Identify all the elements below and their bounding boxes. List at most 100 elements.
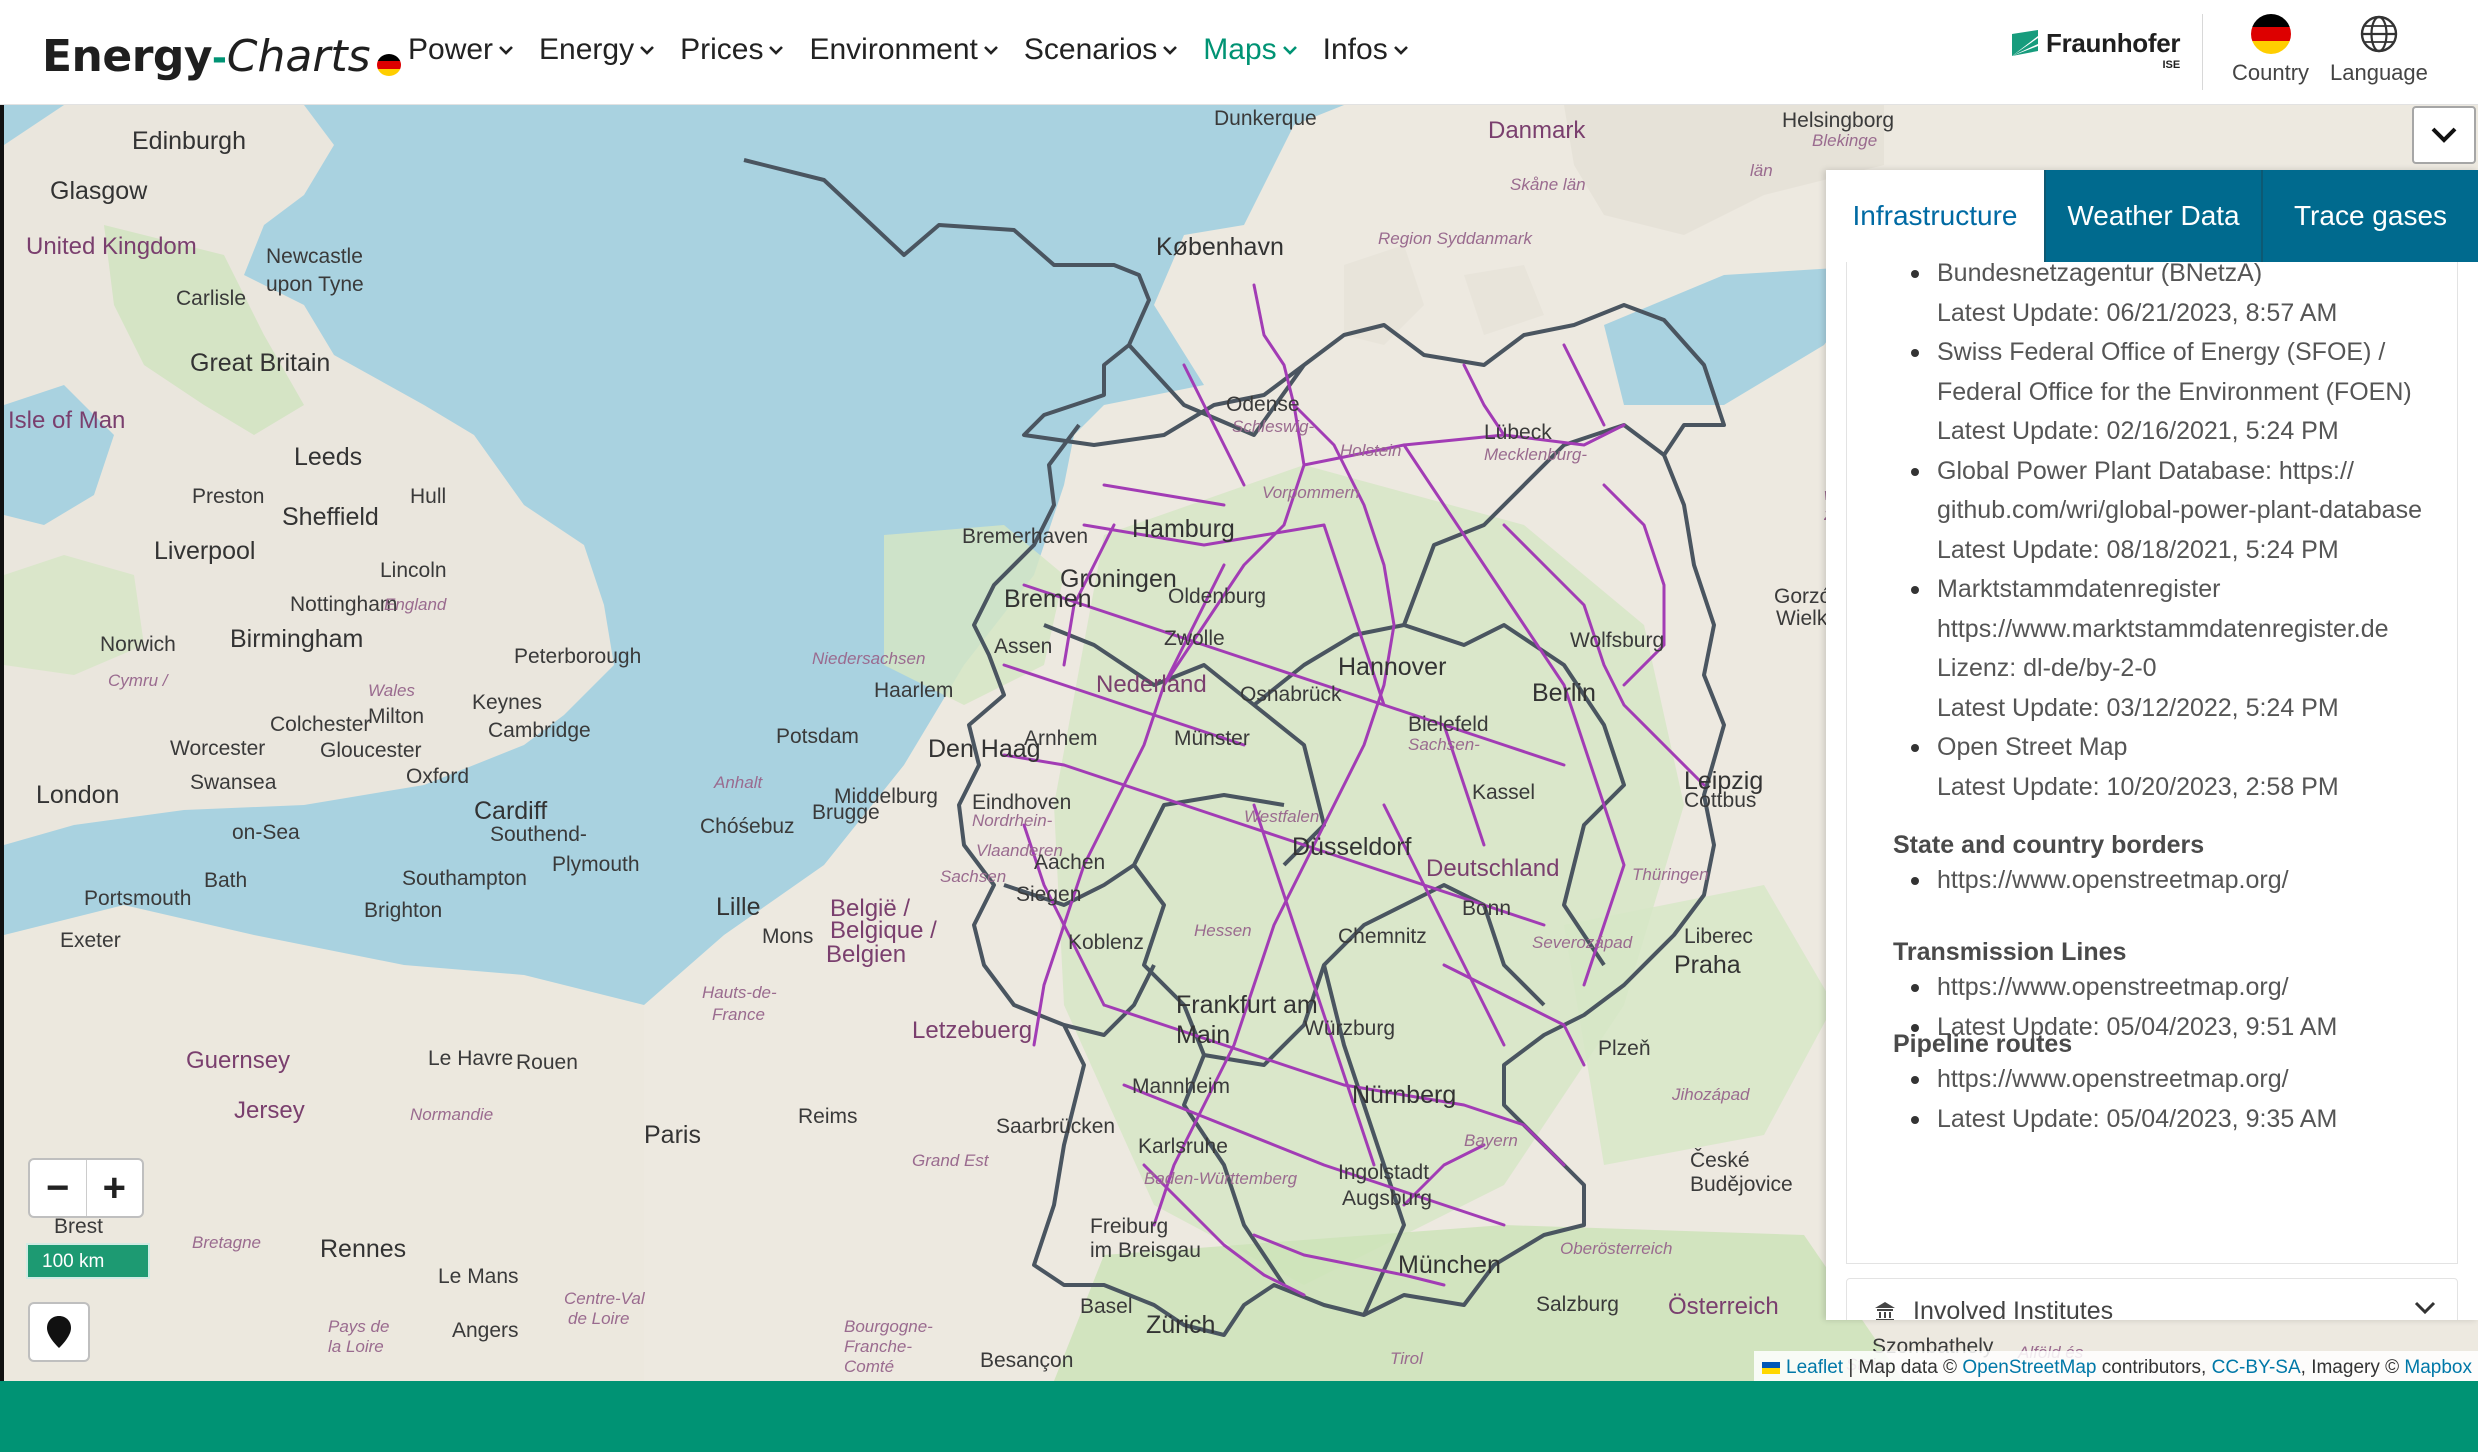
section-list-item[interactable]: https://www.openstreetmap.org/ — [1897, 861, 2457, 901]
place-label: Gloucester — [320, 739, 422, 762]
tab-trace-gases[interactable]: Trace gases — [2261, 170, 2478, 262]
section-list: https://www.openstreetmap.org/ — [1897, 861, 2457, 901]
place-label: Lincoln — [380, 559, 447, 582]
language-label: Language — [2330, 60, 2428, 85]
data-source-line: Lizenz: dl-de/by-2-0 — [1937, 654, 2157, 682]
place-label: la Loire — [328, 1337, 384, 1356]
place-label: Frankfurt am — [1176, 991, 1318, 1019]
place-label: England — [384, 595, 447, 614]
country-label: Country — [2232, 60, 2310, 85]
nav-item-energy[interactable]: Energy — [539, 33, 656, 67]
tab-weather-data[interactable]: Weather Data — [2044, 170, 2261, 262]
german-flag-icon — [376, 54, 401, 76]
leaflet-link[interactable]: Leaflet — [1786, 1357, 1843, 1379]
place-label: Berlin — [1532, 679, 1596, 707]
place-label: län — [1750, 161, 1773, 180]
place-label: Thüringen — [1632, 865, 1709, 884]
nav-item-label: Environment — [809, 33, 978, 66]
place-label: Tirol — [1390, 1349, 1423, 1368]
nav-item-infos[interactable]: Infos — [1323, 33, 1410, 67]
data-source-list: Bundesnetzagentur (BNetzA) Latest Update:… — [1897, 262, 2457, 807]
place-label: Dunkerque — [1214, 107, 1317, 130]
chevron-down-icon — [2414, 1301, 2436, 1315]
nav-item-environment[interactable]: Environment — [809, 33, 999, 67]
place-label: Brugge — [812, 801, 880, 824]
place-label: Keynes — [472, 691, 543, 714]
attribution-text-1: | Map data © — [1843, 1357, 1963, 1378]
place-label: Normandie — [410, 1105, 494, 1124]
place-label: Westfalen — [1244, 807, 1320, 826]
data-source-item: Open Street Map Latest Update: 10/20/2023… — [1897, 728, 2457, 807]
nav-item-power[interactable]: Power — [408, 33, 515, 67]
panel-scroll-area[interactable]: Bundesnetzagentur (BNetzA) Latest Update:… — [1826, 262, 2478, 1320]
place-label: Deutschland — [1426, 855, 1560, 882]
place-label: de Loire — [568, 1309, 630, 1328]
place-label: Guernsey — [186, 1047, 291, 1074]
license-link[interactable]: CC-BY-SA — [2212, 1357, 2301, 1379]
place-label: Franche- — [844, 1337, 913, 1356]
place-label: Severozápad — [1532, 933, 1633, 952]
info-side-panel: Infrastructure Weather Data Trace gases Bu… — [1826, 170, 2478, 1320]
openstreetmap-link[interactable]: OpenStreetMap — [1962, 1357, 2096, 1379]
place-label: Newcastle — [266, 245, 363, 268]
logo-charts-text: Charts — [226, 31, 371, 82]
nav-item-maps[interactable]: Maps — [1203, 33, 1298, 67]
nav-item-label: Maps — [1203, 33, 1277, 66]
place-label: im Breisgau — [1090, 1239, 1201, 1262]
globe-icon — [2360, 15, 2398, 53]
place-label: Nottingham — [290, 593, 398, 616]
place-label: Niedersachsen — [812, 649, 926, 668]
country-selector-button[interactable]: Country — [2232, 14, 2309, 86]
data-source-item: Bundesnetzagentur (BNetzA) Latest Update:… — [1897, 262, 2457, 333]
place-label: Angers — [452, 1319, 519, 1342]
data-source-line[interactable]: github.com/wri/global-power-plant-databa… — [1937, 491, 2457, 531]
place-label: Zwolle — [1164, 627, 1225, 650]
section-list-item[interactable]: https://www.openstreetmap.org/ — [1897, 1060, 2457, 1100]
place-label: Saarbrücken — [996, 1115, 1116, 1138]
place-label: Brest — [54, 1215, 104, 1238]
data-source-line[interactable]: https://www.marktstammdatenregister.de — [1937, 610, 2457, 650]
locate-button[interactable] — [28, 1302, 90, 1362]
place-label: Brighton — [364, 899, 443, 922]
place-label: Freiburg — [1090, 1215, 1169, 1238]
place-label: Centre-Val — [564, 1289, 645, 1308]
place-label: Reims — [798, 1105, 858, 1128]
involved-institutes-accordion[interactable]: Involved Institutes — [1846, 1278, 2458, 1320]
place-label: Würzburg — [1304, 1017, 1396, 1040]
language-selector-button[interactable]: Language — [2330, 14, 2428, 86]
chevron-down-icon — [983, 46, 998, 55]
place-label: Kassel — [1472, 781, 1536, 804]
energy-charts-logo[interactable]: Energy - Charts — [42, 22, 401, 82]
place-label: Oldenburg — [1168, 585, 1267, 608]
attribution-text-2: contributors, — [2096, 1357, 2212, 1378]
place-label: Carlisle — [176, 287, 247, 310]
nav-item-prices[interactable]: Prices — [680, 33, 785, 67]
zoom-in-button[interactable]: + — [85, 1160, 143, 1216]
place-label: Hauts-de- — [702, 983, 777, 1002]
nav-item-label: Power — [408, 33, 494, 66]
mapbox-link[interactable]: Mapbox — [2404, 1357, 2472, 1379]
panel-collapse-button[interactable] — [2412, 106, 2476, 164]
place-label: Bath — [204, 869, 248, 892]
data-source-line: Latest Update: 10/20/2023, 2:58 PM — [1937, 772, 2339, 801]
place-label: upon Tyne — [266, 273, 364, 296]
section-list: https://www.openstreetmap.org/Latest Upd… — [1897, 1060, 2457, 1139]
place-label: Portsmouth — [84, 887, 192, 910]
place-label: Le Havre — [428, 1047, 514, 1070]
place-label: Mannheim — [1132, 1075, 1231, 1098]
data-source-line: Swiss Federal Office of Energy (SFOE) / — [1937, 338, 2386, 366]
place-label: Cambridge — [488, 719, 591, 742]
data-source-line: Latest Update: 06/21/2023, 8:57 AM — [1937, 298, 2338, 327]
section-list-item[interactable]: https://www.openstreetmap.org/ — [1897, 968, 2457, 1008]
place-label: Chemnitz — [1338, 925, 1427, 948]
place-label: Wolfsburg — [1570, 629, 1665, 652]
section-heading: State and country borders — [1893, 831, 2205, 859]
nav-item-scenarios[interactable]: Scenarios — [1024, 33, 1179, 67]
place-label: Bielefeld — [1408, 713, 1489, 736]
tab-infrastructure[interactable]: Infrastructure — [1826, 170, 2044, 262]
place-label: Münster — [1174, 727, 1250, 750]
zoom-out-button[interactable]: − — [30, 1160, 86, 1216]
chevron-down-icon — [769, 46, 784, 55]
fraunhofer-logo[interactable]: Fraunhofer ISE — [2010, 28, 2181, 82]
logo-dash-text: - — [212, 32, 227, 81]
